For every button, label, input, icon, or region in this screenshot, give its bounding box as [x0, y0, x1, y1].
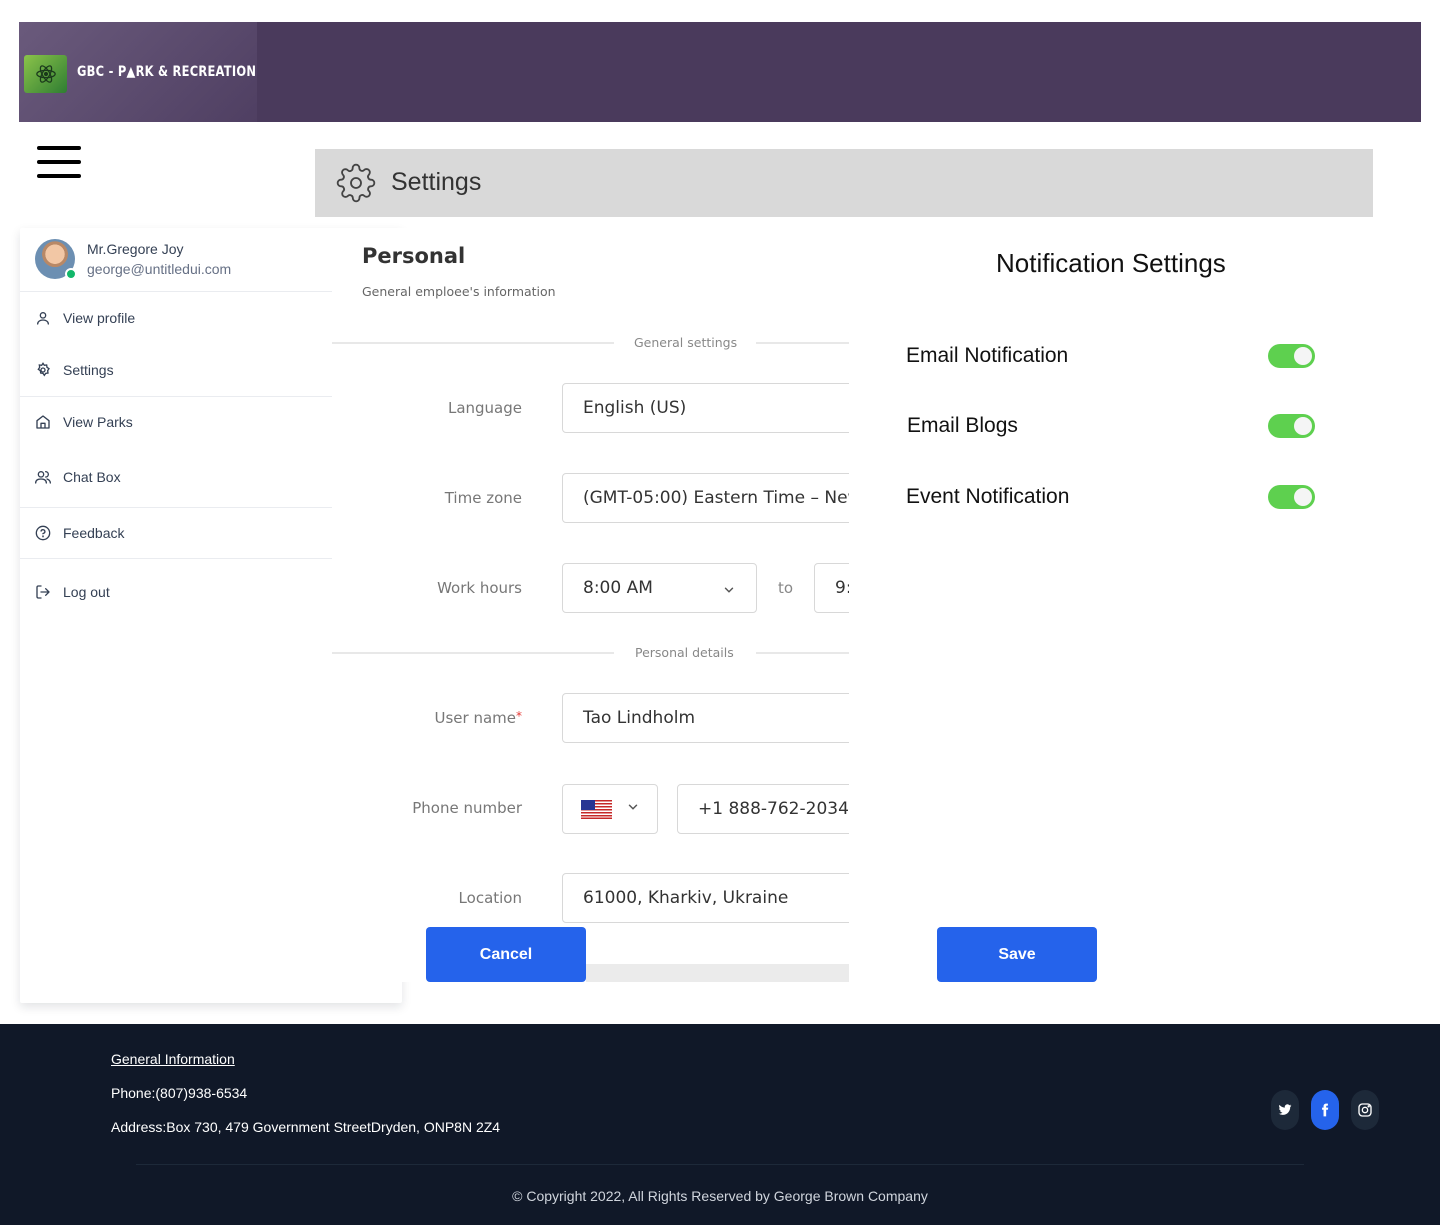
phone-value: +1 888-762-2034	[698, 799, 849, 819]
phone-input[interactable]: +1 888-762-2034	[677, 784, 849, 834]
hamburger-icon[interactable]	[37, 146, 81, 180]
facebook-icon[interactable]	[1311, 1090, 1339, 1130]
location-input[interactable]: 61000, Kharkiv, Ukraine	[562, 873, 849, 923]
user-icon	[35, 310, 51, 326]
online-status-dot	[65, 268, 77, 280]
horizontal-scrollbar[interactable]	[586, 964, 849, 982]
logout-icon	[35, 584, 51, 600]
language-label: Language	[447, 399, 522, 417]
footer-divider	[136, 1164, 1304, 1165]
personal-subtitle: General emploee's information	[362, 284, 556, 299]
work-hours-from-select[interactable]: 8:00 AM	[562, 563, 757, 613]
copyright-text: © Copyright 2022, All Rights Reserved by…	[512, 1188, 928, 1204]
username-value: Tao Lindholm	[583, 708, 696, 728]
menu-divider	[20, 507, 333, 508]
timezone-label: Time zone	[444, 489, 522, 507]
work-hours-to-select[interactable]: 9:	[814, 563, 849, 613]
user-email: george@untitledui.com	[87, 261, 232, 277]
phone-label: Phone number	[412, 799, 522, 817]
menu-item-label: Log out	[63, 584, 110, 600]
menu-item-view-profile[interactable]: View profile	[20, 298, 333, 338]
notification-settings-title: Notification Settings	[996, 248, 1226, 278]
location-value: 61000, Kharkiv, Ukraine	[583, 888, 789, 908]
section-label-personal: Personal details	[635, 645, 734, 660]
twitter-icon[interactable]	[1271, 1090, 1299, 1130]
section-divider	[332, 652, 614, 654]
footer-address: Address:Box 730, 479 Government StreetDr…	[111, 1119, 501, 1135]
username-input[interactable]: Tao Lindholm	[562, 693, 849, 743]
save-button[interactable]: Save	[937, 927, 1097, 982]
footer: General Information Phone:(807)938-6534 …	[0, 1024, 1440, 1225]
logo-block[interactable]: GBC - P▲RK & RECREATION	[19, 22, 257, 122]
section-divider	[332, 342, 614, 344]
section-divider	[756, 652, 849, 654]
menu-item-label: View profile	[63, 310, 136, 326]
work-hours-label: Work hours	[437, 579, 522, 597]
page-title: Settings	[391, 168, 482, 196]
timezone-select[interactable]: (GMT-05:00) Eastern Time – New	[562, 473, 849, 523]
users-icon	[35, 469, 51, 485]
menu-item-label: View Parks	[63, 414, 133, 430]
email-notification-toggle[interactable]	[1268, 344, 1315, 368]
cancel-button[interactable]: Cancel	[426, 927, 586, 982]
location-label: Location	[458, 889, 522, 907]
help-circle-icon	[35, 525, 51, 541]
header-banner: GBC - P▲RK & RECREATION	[19, 22, 1421, 122]
username-label: User name*	[434, 709, 523, 727]
work-hours-to-value: 9:	[835, 578, 849, 598]
atom-logo-icon	[24, 55, 67, 93]
gear-icon	[35, 362, 51, 378]
chevron-down-icon	[722, 582, 736, 602]
section-divider	[756, 342, 849, 344]
general-information-link[interactable]: General Information	[111, 1051, 235, 1067]
work-hours-to-label: to	[778, 579, 794, 597]
personal-settings-panel: Personal General emploee's information G…	[332, 228, 849, 982]
language-value: English (US)	[583, 398, 687, 418]
email-notification-label: Email Notification	[906, 344, 1069, 367]
us-flag-icon	[581, 799, 612, 819]
section-label-general: General settings	[634, 335, 738, 350]
country-code-select[interactable]	[562, 784, 658, 834]
footer-phone: Phone:(807)938-6534	[111, 1085, 248, 1101]
menu-item-view-parks[interactable]: View Parks	[20, 402, 333, 442]
event-notification-label: Event Notification	[906, 485, 1070, 508]
menu-divider	[20, 558, 333, 559]
menu-divider	[20, 396, 333, 397]
menu-item-chat-box[interactable]: Chat Box	[20, 457, 333, 497]
logo-text: GBC - P▲RK & RECREATION	[77, 64, 257, 80]
instagram-icon[interactable]	[1351, 1090, 1379, 1130]
chevron-down-icon	[626, 799, 640, 819]
user-name: Mr.Gregore Joy	[87, 241, 184, 257]
menu-item-settings[interactable]: Settings	[20, 350, 333, 390]
menu-item-feedback[interactable]: Feedback	[20, 513, 333, 553]
menu-item-label: Settings	[63, 362, 114, 378]
email-blogs-toggle[interactable]	[1268, 414, 1315, 438]
settings-header-bar: Settings	[315, 149, 1373, 217]
menu-item-label: Chat Box	[63, 469, 121, 485]
menu-item-label: Feedback	[63, 525, 125, 541]
gear-icon	[336, 163, 376, 203]
menu-divider	[20, 291, 333, 292]
timezone-value: (GMT-05:00) Eastern Time – New	[583, 488, 849, 508]
work-hours-from-value: 8:00 AM	[583, 578, 653, 598]
email-blogs-label: Email Blogs	[907, 414, 1018, 437]
personal-title: Personal	[362, 244, 466, 268]
home-icon	[35, 414, 51, 430]
menu-item-log-out[interactable]: Log out	[20, 572, 333, 612]
event-notification-toggle[interactable]	[1268, 485, 1315, 509]
required-asterisk: *	[516, 709, 522, 723]
language-select[interactable]: English (US)	[562, 383, 849, 433]
